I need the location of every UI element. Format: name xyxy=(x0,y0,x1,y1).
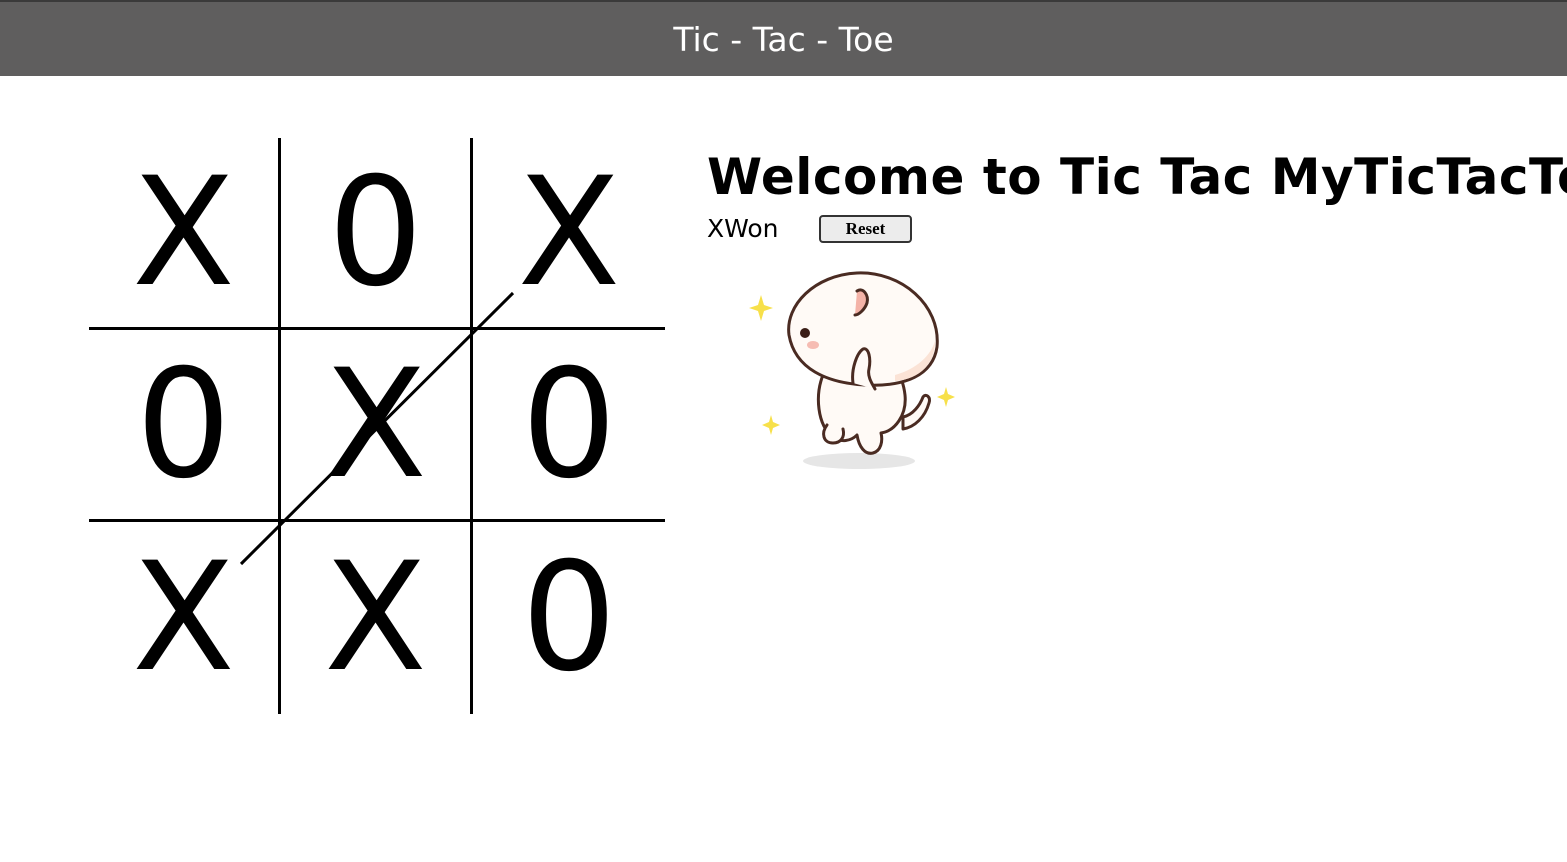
board-cell-1[interactable]: X xyxy=(89,138,281,330)
board-cell-9[interactable]: 0 xyxy=(473,522,665,714)
header-bar: Tic - Tac - Toe xyxy=(0,0,1567,76)
reset-button[interactable]: Reset xyxy=(819,214,912,243)
info-panel: Welcome to Tic Tac MyTicTacToe XWon Rese… xyxy=(707,146,1567,243)
board-cell-5[interactable]: X xyxy=(281,330,473,522)
cat-sticker-icon xyxy=(749,271,955,469)
welcome-heading: Welcome to Tic Tac MyTicTacToe xyxy=(707,148,1567,206)
game-board: X 0 X 0 X 0 X X 0 xyxy=(89,138,665,714)
status-row: XWon Reset xyxy=(707,214,1567,243)
app-title: Tic - Tac - Toe xyxy=(673,19,894,59)
board-cell-6[interactable]: 0 xyxy=(473,330,665,522)
board-cell-7[interactable]: X xyxy=(89,522,281,714)
game-status: XWon xyxy=(707,214,779,243)
board-cell-4[interactable]: 0 xyxy=(89,330,281,522)
board-cell-2[interactable]: 0 xyxy=(281,138,473,330)
board-cell-3[interactable]: X xyxy=(473,138,665,330)
board-cell-8[interactable]: X xyxy=(281,522,473,714)
